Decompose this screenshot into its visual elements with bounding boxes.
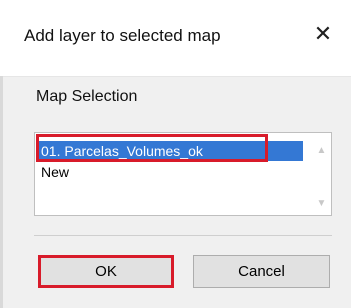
cancel-button[interactable]: Cancel [193, 255, 330, 288]
listbox-scrollbar[interactable]: ▲ ▼ [313, 134, 330, 214]
list-item-selected[interactable]: 01. Parcelas_Volumes_ok [39, 141, 303, 161]
list-item-new[interactable]: New [39, 162, 303, 182]
title-bar: Add layer to selected map ✕ [0, 0, 351, 77]
window-edge [0, 76, 3, 308]
dialog-title: Add layer to selected map [24, 26, 221, 45]
map-selection-label: Map Selection [36, 88, 138, 105]
ok-button[interactable]: OK [38, 255, 174, 288]
chevron-down-icon[interactable]: ▼ [313, 195, 330, 212]
chevron-up-icon[interactable]: ▲ [313, 142, 330, 159]
close-icon[interactable]: ✕ [303, 14, 343, 54]
map-listbox[interactable]: 01. Parcelas_Volumes_ok New ▲ ▼ [34, 132, 332, 216]
add-layer-dialog: Add layer to selected map ✕ Map Selectio… [0, 0, 351, 308]
separator [34, 235, 332, 236]
